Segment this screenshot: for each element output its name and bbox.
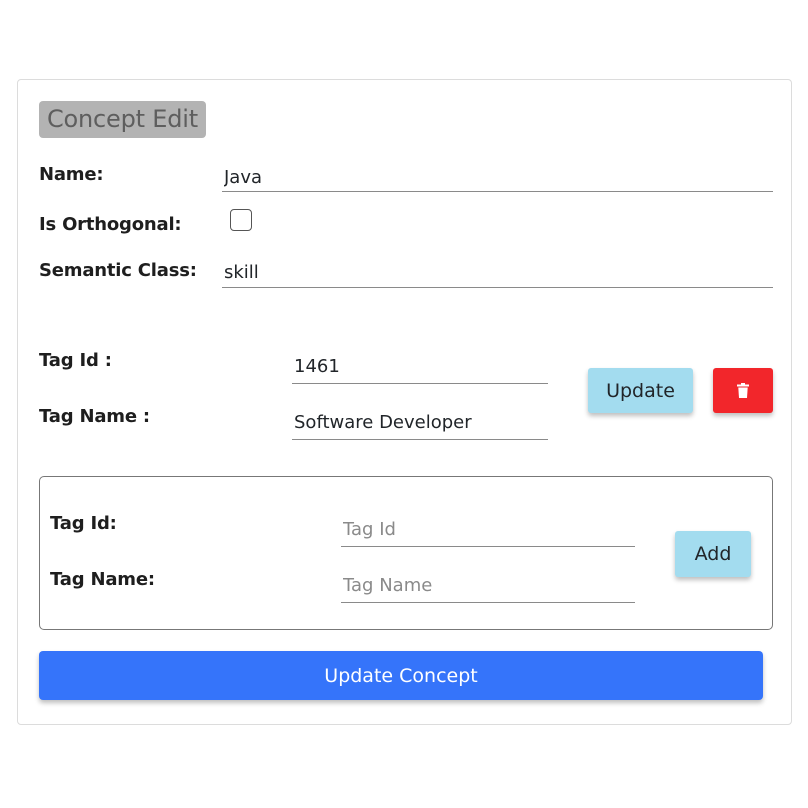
page-title: Concept Edit: [39, 101, 206, 138]
orthogonal-label: Is Orthogonal:: [39, 214, 182, 235]
delete-tag-button[interactable]: [713, 368, 773, 413]
add-tag-button[interactable]: Add: [675, 531, 751, 577]
new-tag-name-label: Tag Name:: [50, 569, 155, 590]
name-input[interactable]: [222, 165, 773, 192]
new-tag-id-input[interactable]: [341, 514, 635, 547]
tag-id-label: Tag Id :: [39, 350, 112, 371]
name-label: Name:: [39, 164, 104, 185]
trash-icon: [737, 383, 749, 398]
semantic-class-input[interactable]: [222, 260, 773, 288]
tag-name-input[interactable]: [292, 408, 548, 440]
new-tag-name-input[interactable]: [341, 570, 635, 603]
update-concept-button[interactable]: Update Concept: [39, 651, 763, 700]
semantic-class-label: Semantic Class:: [39, 260, 197, 281]
new-tag-id-label: Tag Id:: [50, 513, 117, 534]
update-tag-button[interactable]: Update: [588, 368, 693, 413]
orthogonal-checkbox[interactable]: [230, 209, 252, 231]
tag-name-label: Tag Name :: [39, 406, 150, 427]
add-tag-panel: [39, 476, 773, 630]
tag-id-input[interactable]: [292, 352, 548, 384]
